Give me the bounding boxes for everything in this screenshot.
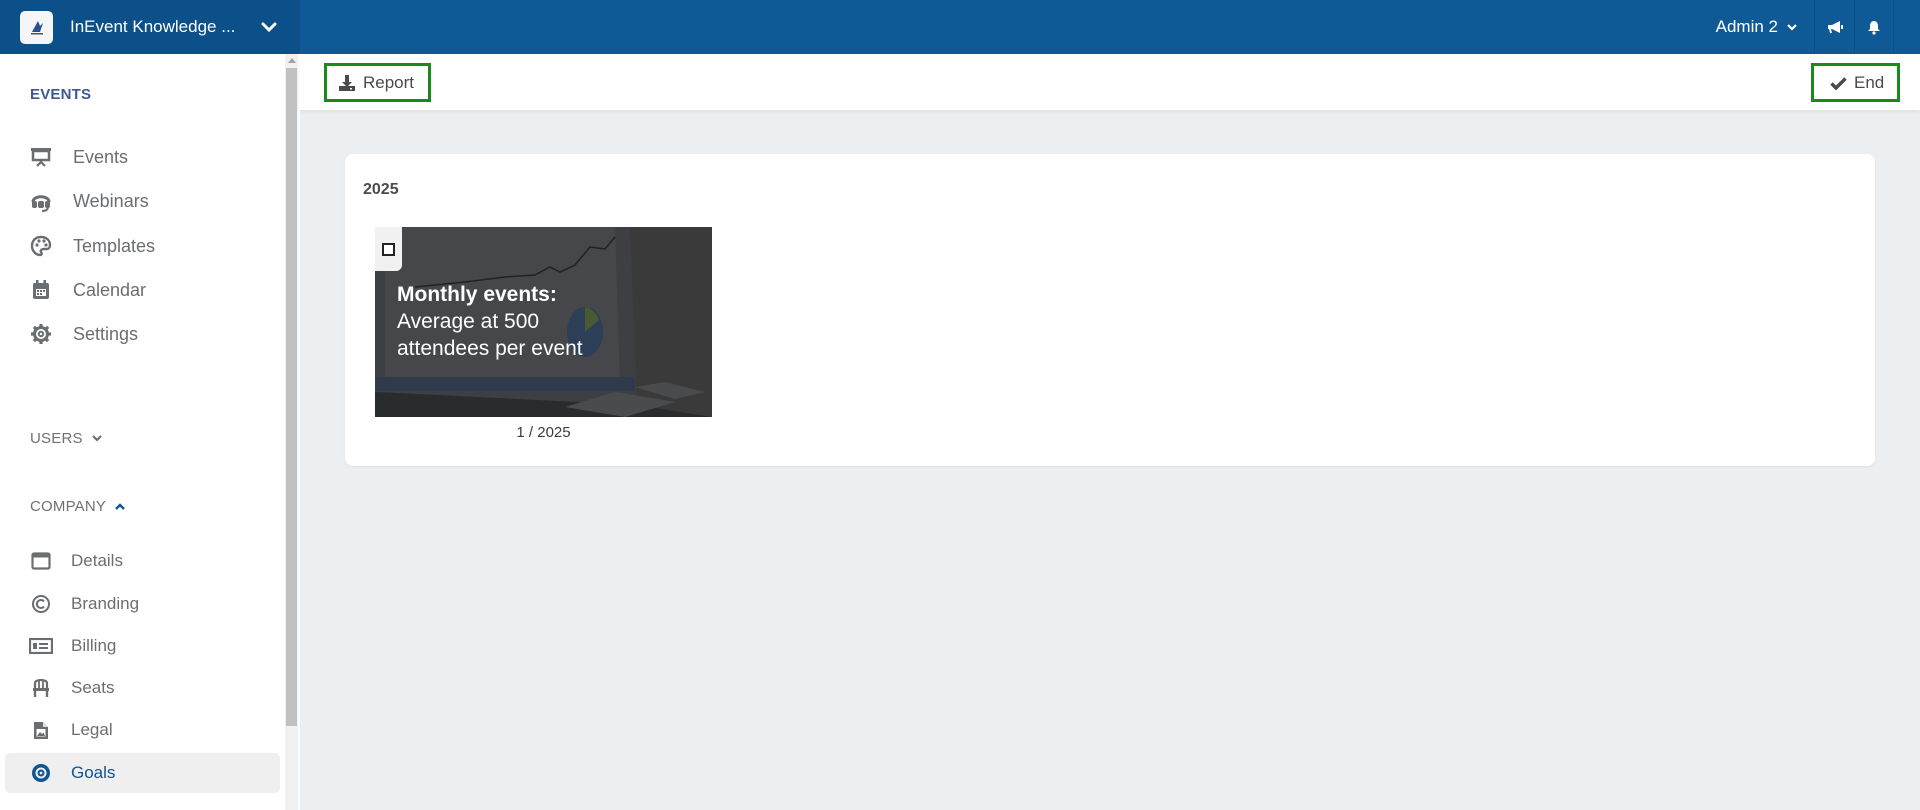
- sidebar-item-details[interactable]: Details: [5, 541, 280, 581]
- scroll-up-arrow-icon[interactable]: [288, 58, 296, 63]
- goal-thumbnail: Monthly events: Average at 500 attendees…: [375, 227, 712, 417]
- headset-icon: [29, 189, 53, 213]
- goal-caption: 1 / 2025: [516, 424, 571, 441]
- section-label: USERS: [30, 430, 83, 447]
- report-button[interactable]: Report: [324, 63, 431, 102]
- copyright-icon: [29, 592, 53, 616]
- org-switcher[interactable]: InEvent Knowledge ...: [0, 0, 300, 54]
- sidebar-item-billing[interactable]: Billing: [5, 626, 280, 666]
- download-icon: [339, 74, 355, 91]
- goal-text: Monthly events: Average at 500 attendees…: [397, 281, 583, 362]
- goal-title: Monthly events:: [397, 283, 557, 306]
- goal-line-2: attendees per event: [397, 337, 583, 360]
- sidebar-item-label: Details: [71, 551, 123, 570]
- sidebar-section-users[interactable]: USERS: [30, 430, 103, 447]
- goal-checkbox[interactable]: [382, 242, 395, 256]
- sidebar-item-branding[interactable]: Branding: [5, 584, 280, 624]
- sidebar-item-label: Events: [73, 146, 129, 167]
- end-button[interactable]: End: [1811, 63, 1900, 102]
- palette-icon: [29, 234, 53, 258]
- year-heading: 2025: [363, 181, 399, 198]
- sidebar-section-events: EVENTS: [30, 86, 91, 103]
- sidebar-item-legal[interactable]: Legal: [5, 710, 280, 750]
- sidebar-item-label: Branding: [71, 594, 140, 613]
- target-icon: [29, 761, 53, 785]
- sidebar-item-label: Templates: [73, 235, 156, 256]
- sidebar-item-label: Calendar: [73, 279, 147, 300]
- goal-card[interactable]: Monthly events: Average at 500 attendees…: [375, 227, 712, 441]
- section-label: COMPANY: [30, 498, 107, 515]
- top-header: InEvent Knowledge ... Admin 2: [0, 0, 1920, 54]
- presentation-icon: [29, 145, 53, 169]
- sidebar: EVENTS Events Webinars Templates Calenda…: [0, 54, 300, 810]
- org-name: InEvent Knowledge ...: [70, 17, 236, 36]
- chair-icon: [29, 676, 53, 700]
- goals-panel: 2025 Monthly events: Average at 500 atte…: [345, 154, 1875, 466]
- money-bill-icon: [29, 634, 53, 658]
- check-icon: [1830, 76, 1847, 90]
- sidebar-item-goals[interactable]: Goals: [5, 753, 280, 793]
- chevron-down-icon: [91, 435, 102, 442]
- report-label: Report: [363, 72, 415, 92]
- sidebar-item-label: Billing: [71, 636, 117, 655]
- notifications-button[interactable]: [1854, 0, 1894, 54]
- toolbar: Report End: [300, 54, 1920, 110]
- sidebar-item-settings[interactable]: Settings: [5, 314, 280, 354]
- end-label: End: [1854, 72, 1885, 92]
- user-name: Admin 2: [1715, 17, 1778, 36]
- sidebar-item-templates[interactable]: Templates: [5, 226, 280, 266]
- user-menu[interactable]: Admin 2: [1716, 0, 1814, 54]
- sidebar-item-label: Settings: [73, 323, 139, 344]
- goal-line-1: Average at 500: [397, 310, 540, 333]
- window-icon: [29, 549, 53, 573]
- announcements-button[interactable]: [1814, 0, 1854, 54]
- sidebar-item-label: Seats: [71, 678, 115, 697]
- calendar-icon: [29, 278, 53, 302]
- gear-icon: [29, 322, 53, 346]
- sidebar-item-events[interactable]: Events: [5, 137, 280, 177]
- sidebar-item-label: Webinars: [73, 190, 149, 211]
- sidebar-scrollbar[interactable]: [285, 54, 298, 810]
- checkbox-tab: [375, 227, 402, 271]
- sidebar-item-label: Goals: [71, 763, 116, 782]
- sidebar-item-calendar[interactable]: Calendar: [5, 270, 280, 310]
- sidebar-section-company[interactable]: COMPANY: [30, 498, 126, 515]
- megaphone-icon: [1827, 21, 1843, 33]
- section-label: EVENTS: [30, 86, 92, 103]
- sidebar-item-webinars[interactable]: Webinars: [5, 181, 280, 221]
- sidebar-item-seats[interactable]: Seats: [5, 668, 280, 708]
- bell-icon: [1868, 20, 1880, 35]
- chevron-down-icon: [1787, 23, 1797, 31]
- chevron-down-icon[interactable]: [259, 17, 279, 37]
- file-image-icon: [29, 718, 53, 742]
- sidebar-item-label: Legal: [71, 720, 113, 739]
- chevron-up-icon: [115, 503, 125, 510]
- scrollbar-thumb[interactable]: [286, 68, 297, 726]
- logo-icon: [20, 10, 53, 44]
